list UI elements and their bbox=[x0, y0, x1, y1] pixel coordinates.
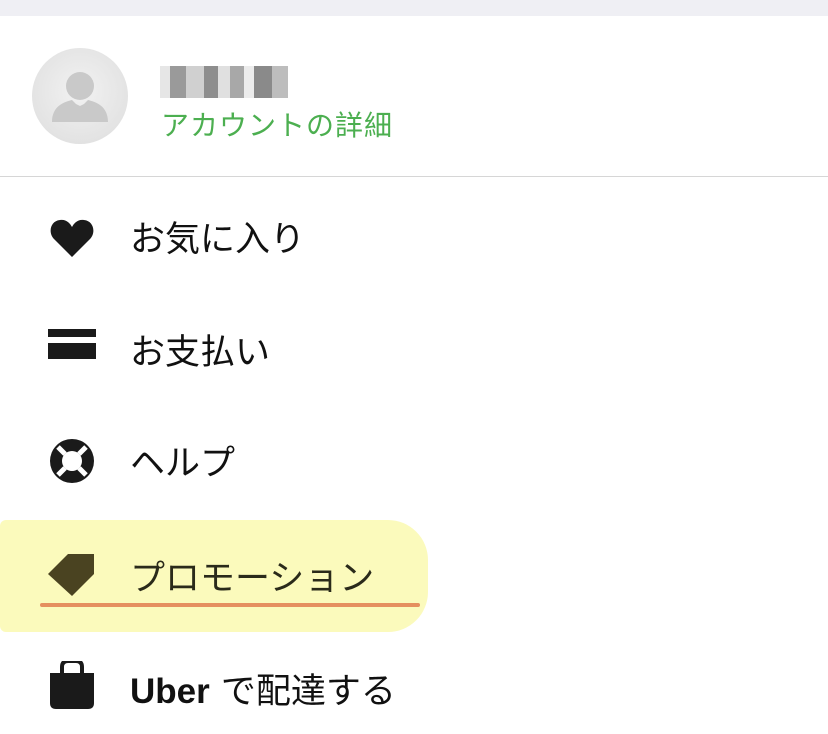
menu-item-label: ヘルプ bbox=[130, 444, 236, 484]
account-details-link[interactable]: アカウントの詳細 bbox=[161, 104, 393, 144]
avatar[interactable] bbox=[32, 48, 128, 144]
menu-item-help[interactable]: ヘルプ bbox=[0, 403, 828, 513]
shopping-bag-icon bbox=[50, 661, 94, 709]
menu-item-deliver-with-uber[interactable]: Uber で配達する bbox=[0, 629, 828, 734]
person-silhouette-icon bbox=[52, 72, 108, 122]
menu-item-label: プロモーション bbox=[130, 559, 375, 599]
user-name-redacted bbox=[160, 66, 288, 98]
menu-item-favorites[interactable]: お気に入り bbox=[0, 177, 828, 287]
credit-card-icon bbox=[48, 329, 96, 359]
menu-item-promotions[interactable]: プロモーション bbox=[0, 516, 828, 626]
lifebuoy-icon bbox=[50, 439, 94, 483]
menu-item-payment[interactable]: お支払い bbox=[0, 290, 828, 400]
tag-icon bbox=[48, 554, 94, 596]
menu-item-label: お支払い bbox=[130, 333, 271, 373]
account-header[interactable]: アカウントの詳細 bbox=[0, 16, 828, 177]
status-bar-strip bbox=[0, 0, 828, 16]
menu-item-label: お気に入り bbox=[130, 220, 306, 260]
heart-icon bbox=[50, 219, 94, 257]
menu-item-label: Uber で配達する bbox=[130, 672, 396, 712]
